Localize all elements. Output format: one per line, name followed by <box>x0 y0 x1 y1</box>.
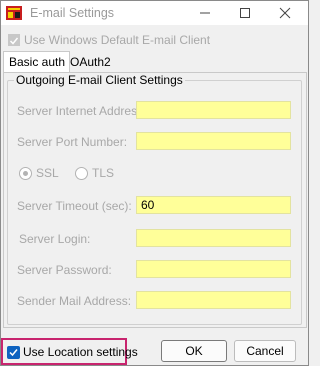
server-port-label: Server Port Number: <box>17 135 128 149</box>
ssl-label: SSL <box>36 166 59 180</box>
server-address-input[interactable] <box>136 101 291 119</box>
outgoing-settings-group: Outgoing E-mail Client Settings Server I… <box>7 73 302 325</box>
location-settings-option[interactable]: Use Location settings <box>1 338 138 365</box>
minimize-icon <box>200 12 210 14</box>
server-login-label: Server Login: <box>19 232 91 246</box>
server-timeout-input[interactable] <box>136 196 291 214</box>
tls-radio[interactable] <box>75 167 88 180</box>
basic-auth-panel: Outgoing E-mail Client Settings Server I… <box>3 72 307 328</box>
location-settings-checkbox[interactable] <box>7 346 20 359</box>
server-login-input[interactable] <box>136 229 291 247</box>
ok-button[interactable]: OK <box>161 340 227 362</box>
sender-mail-input[interactable] <box>136 291 291 309</box>
default-client-label: Use Windows Default E-mail Client <box>24 33 211 47</box>
maximize-button[interactable] <box>225 1 265 25</box>
server-timeout-label: Server Timeout (sec): <box>17 199 132 213</box>
checkmark-icon <box>9 37 19 45</box>
tls-label: TLS <box>92 166 115 180</box>
tab-basic-auth[interactable]: Basic auth <box>3 51 70 74</box>
server-password-label: Server Password: <box>17 263 112 277</box>
checkmark-icon <box>9 349 18 357</box>
sender-mail-label: Sender Mail Address: <box>17 294 132 308</box>
server-password-input[interactable] <box>136 260 291 278</box>
maximize-icon <box>240 8 250 18</box>
location-settings-label: Use Location settings <box>23 345 138 359</box>
cancel-button[interactable]: Cancel <box>234 340 296 362</box>
title-bar: E-mail Settings <box>1 1 308 25</box>
server-address-label: Server Internet Address: <box>17 104 147 118</box>
app-icon <box>6 6 22 20</box>
group-title: Outgoing E-mail Client Settings <box>14 73 185 87</box>
tab-oauth2[interactable]: OAuth2 <box>65 53 116 72</box>
server-port-input[interactable] <box>136 132 291 150</box>
ssl-radio[interactable] <box>19 167 32 180</box>
radio-selected-dot <box>23 171 28 176</box>
close-icon <box>279 7 291 19</box>
default-client-checkbox[interactable] <box>8 34 20 46</box>
email-settings-dialog: E-mail Settings Use Windows Default E-ma… <box>0 0 309 366</box>
close-button[interactable] <box>265 1 305 25</box>
window-title: E-mail Settings <box>30 6 115 20</box>
minimize-button[interactable] <box>185 1 225 25</box>
